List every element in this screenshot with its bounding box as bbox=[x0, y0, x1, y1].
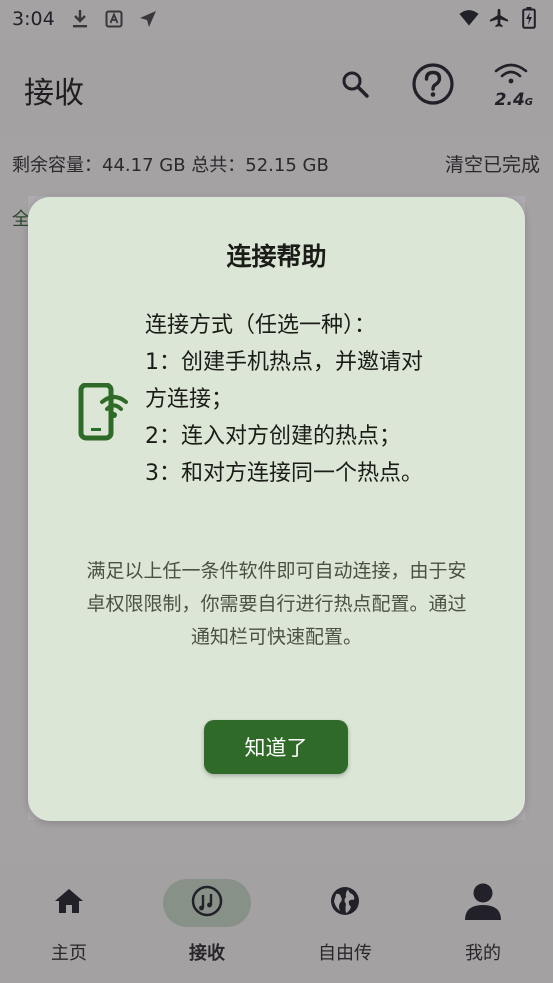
ok-button[interactable]: 知道了 bbox=[204, 720, 348, 774]
method-line: 方连接； bbox=[145, 387, 234, 412]
dialog-note: 满足以上任一条件软件即可自动连接，由于安卓权限限制，你需要自行进行热点配置。通过… bbox=[86, 560, 467, 648]
method-line: 连接方式（任选一种）： bbox=[145, 313, 377, 338]
method-line: 3：和对方连接同一个热点。 bbox=[145, 461, 423, 486]
dialog-title: 连接帮助 bbox=[226, 242, 327, 271]
method-line: 1：创建手机热点，并邀请对 bbox=[145, 350, 423, 375]
connection-help-dialog: 连接帮助 连接方式（任选一种）： 1：创建手机热点，并邀请对 方连接； 2：连入… bbox=[28, 197, 525, 821]
phone-wifi-icon bbox=[78, 382, 128, 445]
connection-methods: 连接方式（任选一种）： 1：创建手机热点，并邀请对 方连接； 2：连入对方创建的… bbox=[145, 307, 423, 492]
method-line: 2：连入对方创建的热点； bbox=[145, 424, 401, 449]
